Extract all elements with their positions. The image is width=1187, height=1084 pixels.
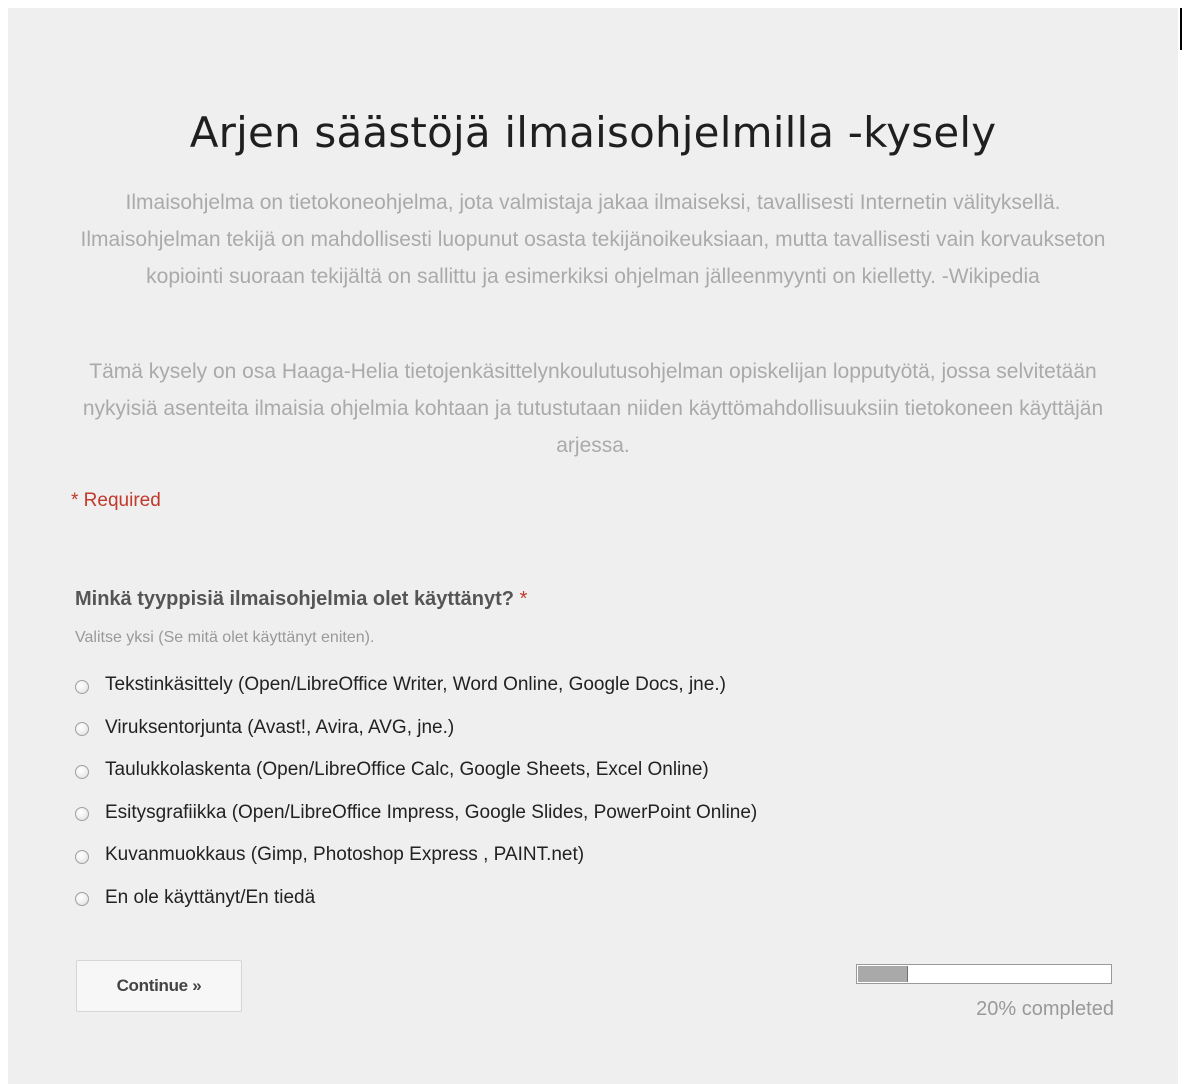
radio-button-icon[interactable] — [75, 679, 89, 694]
progress-bar — [856, 964, 1112, 984]
radio-button-icon[interactable] — [75, 764, 89, 779]
window-edge-divider — [1180, 8, 1182, 50]
continue-button[interactable]: Continue » — [76, 960, 242, 1012]
radio-option[interactable]: Esitysgrafiikka (Open/LibreOffice Impres… — [75, 792, 757, 835]
radio-option-label[interactable]: Kuvanmuokkaus (Gimp, Photoshop Express ,… — [105, 844, 584, 866]
radio-option-label[interactable]: Viruksentorjunta (Avast!, Avira, AVG, jn… — [105, 717, 454, 739]
form-description-survey-info: Tämä kysely on osa Haaga-Helia tietojenk… — [82, 360, 1104, 457]
question-help-text: Valitse yksi (Se mitä olet käyttänyt eni… — [75, 629, 375, 646]
radio-option-label[interactable]: En ole käyttänyt/En tiedä — [105, 887, 315, 909]
radio-button-icon[interactable] — [75, 892, 89, 907]
radio-option[interactable]: En ole käyttänyt/En tiedä — [75, 877, 757, 920]
question-text: Minkä tyyppisiä ilmaisohjelmia olet käyt… — [75, 588, 515, 610]
radio-option[interactable]: Taulukkolaskenta (Open/LibreOffice Calc,… — [75, 749, 757, 792]
radio-button-icon[interactable] — [75, 849, 89, 864]
radio-option-list: Tekstinkäsittely (Open/LibreOffice Write… — [75, 664, 757, 919]
progress-bar-fill — [858, 966, 908, 982]
radio-option-label[interactable]: Taulukkolaskenta (Open/LibreOffice Calc,… — [105, 759, 709, 781]
radio-option[interactable]: Tekstinkäsittely (Open/LibreOffice Write… — [75, 664, 757, 707]
question-title: Minkä tyyppisiä ilmaisohjelmia olet käyt… — [75, 588, 527, 611]
radio-button-icon[interactable] — [75, 722, 89, 737]
required-marker: * — [519, 588, 528, 610]
form-title: Arjen säästöjä ilmaisohjelmilla -kysely — [189, 108, 997, 157]
radio-button-icon[interactable] — [75, 807, 89, 822]
radio-option-label[interactable]: Esitysgrafiikka (Open/LibreOffice Impres… — [105, 802, 757, 824]
progress-label: 20% completed — [976, 998, 1114, 1020]
radio-option-label[interactable]: Tekstinkäsittely (Open/LibreOffice Write… — [105, 674, 726, 696]
form-description: Ilmaisohjelma on tietokoneohjelma, jota … — [80, 191, 1106, 288]
radio-option[interactable]: Kuvanmuokkaus (Gimp, Photoshop Express ,… — [75, 834, 757, 877]
form-container: Arjen säästöjä ilmaisohjelmilla -kysely … — [8, 8, 1178, 1084]
radio-option[interactable]: Viruksentorjunta (Avast!, Avira, AVG, jn… — [75, 707, 757, 750]
required-note: * Required — [71, 490, 161, 511]
